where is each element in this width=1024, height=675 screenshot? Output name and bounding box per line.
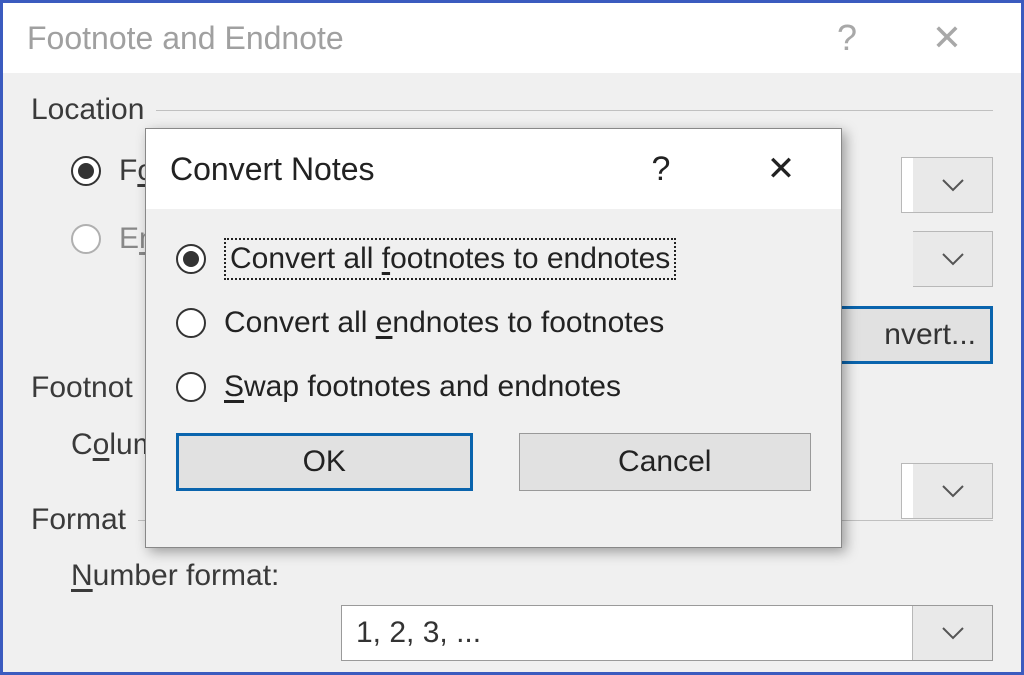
divider bbox=[156, 110, 993, 111]
parent-title: Footnote and Endnote bbox=[27, 20, 344, 57]
number-format-combo[interactable]: 1, 2, 3, ... bbox=[341, 605, 993, 661]
dialog-button-row: OK Cancel bbox=[146, 419, 841, 491]
radio-icon bbox=[71, 224, 101, 254]
option-convert-footnotes-to-endnotes[interactable]: Convert all footnotes to endnotes bbox=[176, 227, 811, 291]
close-icon[interactable]: ✕ bbox=[721, 149, 841, 189]
chevron-down-icon bbox=[941, 178, 965, 192]
chevron-down-icon bbox=[941, 252, 965, 266]
chevron-down-icon bbox=[941, 626, 965, 640]
child-body: Convert all footnotes to endnotes Conver… bbox=[146, 209, 841, 419]
columns-combo-edge bbox=[901, 463, 913, 519]
option-convert-endnotes-to-footnotes[interactable]: Convert all endnotes to footnotes bbox=[176, 291, 811, 355]
chevron-down-icon bbox=[941, 484, 965, 498]
option-label: Swap footnotes and endnotes bbox=[224, 370, 621, 404]
cancel-button[interactable]: Cancel bbox=[519, 433, 812, 491]
close-icon[interactable]: ✕ bbox=[897, 17, 997, 59]
radio-icon bbox=[176, 244, 206, 274]
footnotes-location-dropdown[interactable] bbox=[913, 157, 993, 213]
child-title: Convert Notes bbox=[170, 151, 375, 188]
section-location: Location bbox=[31, 93, 144, 127]
convert-button-label: nvert... bbox=[884, 318, 976, 352]
number-format-dropdown-button[interactable] bbox=[912, 606, 992, 660]
radio-icon bbox=[176, 372, 206, 402]
columns-dropdown[interactable] bbox=[913, 463, 993, 519]
footnotes-combo-edge bbox=[901, 157, 913, 213]
convert-notes-dialog: Convert Notes ? ✕ Convert all footnotes … bbox=[145, 128, 842, 548]
radio-icon bbox=[71, 156, 101, 186]
ok-label: OK bbox=[303, 445, 346, 479]
option-label: Convert all footnotes to endnotes bbox=[224, 238, 676, 280]
endnotes-location-dropdown[interactable] bbox=[913, 231, 993, 287]
radio-icon bbox=[176, 308, 206, 338]
section-format: Format bbox=[31, 503, 126, 537]
child-titlebar: Convert Notes ? ✕ bbox=[146, 129, 841, 209]
option-label: Convert all endnotes to footnotes bbox=[224, 306, 664, 340]
option-swap-footnotes-endnotes[interactable]: Swap footnotes and endnotes bbox=[176, 355, 811, 419]
cancel-label: Cancel bbox=[618, 445, 711, 479]
ok-button[interactable]: OK bbox=[176, 433, 473, 491]
number-format-label: Number format: bbox=[31, 547, 993, 605]
section-footnote-layout: Footnot bbox=[31, 371, 133, 405]
help-icon[interactable]: ? bbox=[797, 17, 897, 59]
parent-titlebar: Footnote and Endnote ? ✕ bbox=[3, 3, 1021, 73]
help-icon[interactable]: ? bbox=[601, 150, 721, 189]
number-format-value: 1, 2, 3, ... bbox=[342, 616, 912, 650]
